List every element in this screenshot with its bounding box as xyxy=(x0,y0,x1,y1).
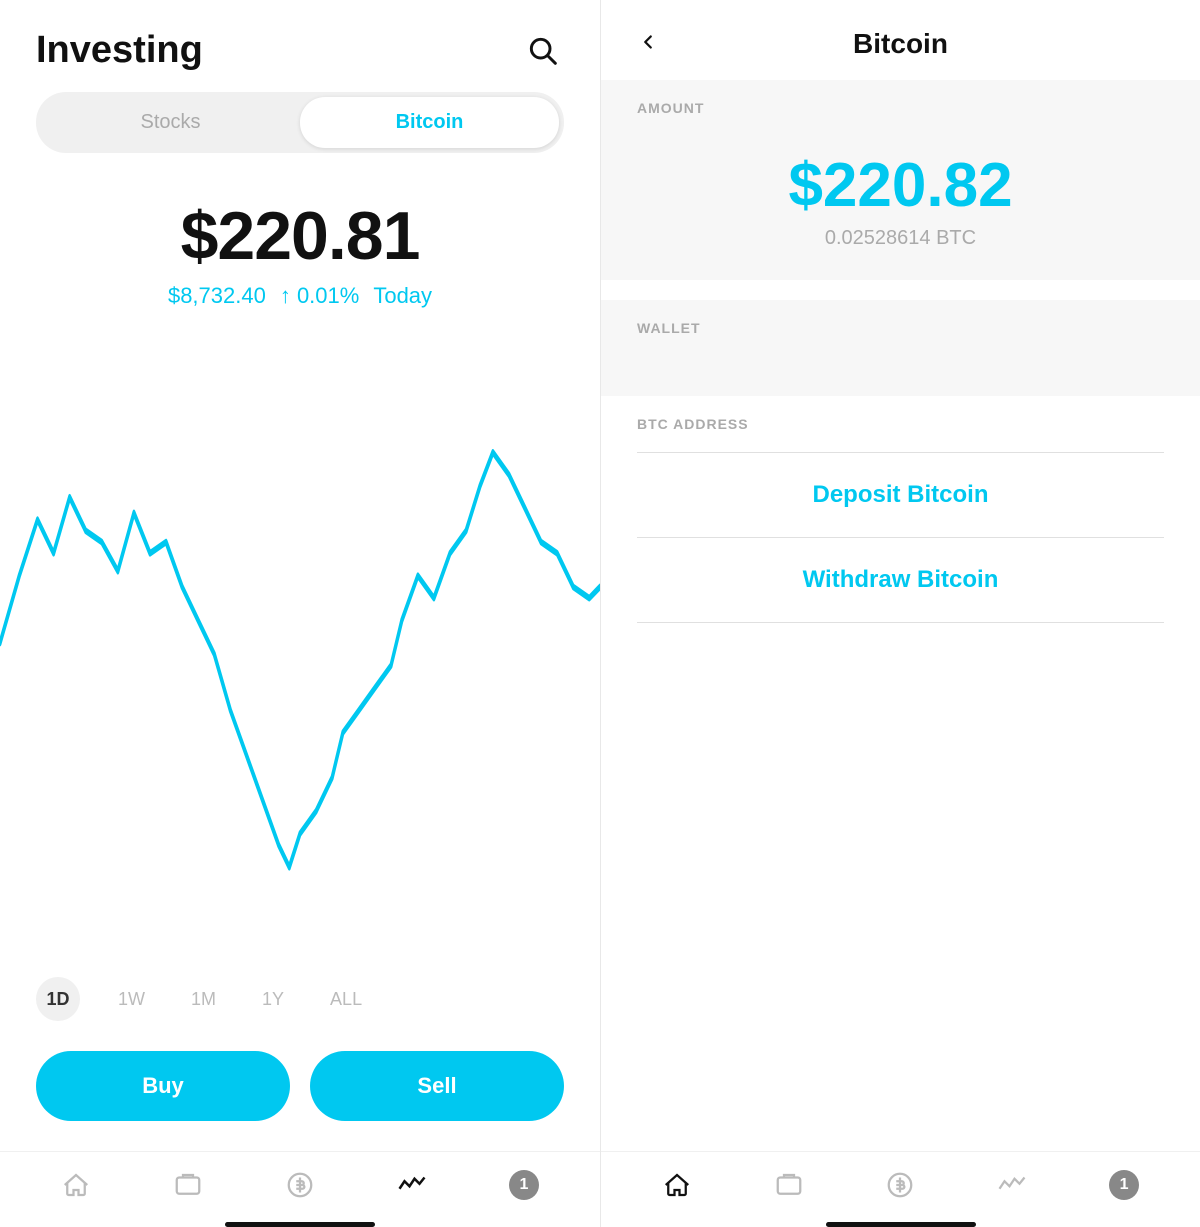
btc-address-label: BTC ADDRESS xyxy=(601,396,1200,452)
search-button[interactable] xyxy=(520,28,564,72)
left-panel: Investing Stocks Bitcoin $220.81 $8,732.… xyxy=(0,0,600,1227)
home-indicator-left xyxy=(225,1222,375,1227)
nav-cash[interactable] xyxy=(285,1170,315,1200)
tab-bitcoin[interactable]: Bitcoin xyxy=(300,97,559,148)
wallet-section: WALLET xyxy=(601,300,1200,396)
nav-activity[interactable] xyxy=(397,1170,427,1200)
filter-all[interactable]: ALL xyxy=(322,985,370,1014)
amount-section: AMOUNT $220.82 0.02528614 BTC xyxy=(601,80,1200,280)
back-button[interactable] xyxy=(637,28,659,60)
left-bottom-nav: 1 xyxy=(0,1151,600,1210)
home-indicator-right xyxy=(826,1222,976,1227)
right-nav-badge[interactable]: 1 xyxy=(1109,1170,1139,1200)
withdraw-bitcoin-button[interactable]: Withdraw Bitcoin xyxy=(601,538,1200,622)
right-nav-home[interactable] xyxy=(662,1170,692,1200)
price-meta: $8,732.40 ↑ 0.01% Today xyxy=(36,283,564,309)
deposit-bitcoin-button[interactable]: Deposit Bitcoin xyxy=(601,453,1200,537)
price-section: $220.81 $8,732.40 ↑ 0.01% Today xyxy=(0,177,600,319)
sell-button[interactable]: Sell xyxy=(310,1051,564,1121)
nav-badge[interactable]: 1 xyxy=(509,1170,539,1200)
right-header: Bitcoin xyxy=(601,0,1200,80)
filter-1m[interactable]: 1M xyxy=(183,985,224,1014)
right-nav-activity[interactable] xyxy=(997,1170,1027,1200)
main-price: $220.81 xyxy=(36,197,564,275)
right-bottom-nav: 1 xyxy=(601,1151,1200,1210)
time-filters: 1D 1W 1M 1Y ALL xyxy=(0,967,600,1041)
price-change: ↑ 0.01% xyxy=(280,283,360,309)
price-chart xyxy=(0,319,600,967)
nav-home[interactable] xyxy=(61,1170,91,1200)
tab-stocks[interactable]: Stocks xyxy=(41,97,300,148)
amount-label: AMOUNT xyxy=(601,80,1200,130)
price-period: Today xyxy=(373,283,432,309)
buy-button[interactable]: Buy xyxy=(36,1051,290,1121)
left-header: Investing xyxy=(0,0,600,92)
filter-1w[interactable]: 1W xyxy=(110,985,153,1014)
right-nav-media[interactable] xyxy=(774,1170,804,1200)
amount-value: $220.82 xyxy=(601,130,1200,221)
filter-1d[interactable]: 1D xyxy=(36,977,80,1021)
btc-price: $8,732.40 xyxy=(168,283,266,309)
right-nav-cash[interactable] xyxy=(885,1170,915,1200)
right-panel: Bitcoin AMOUNT $220.82 0.02528614 BTC WA… xyxy=(600,0,1200,1227)
action-buttons: Buy Sell xyxy=(0,1041,600,1151)
amount-btc: 0.02528614 BTC xyxy=(601,221,1200,250)
filter-1y[interactable]: 1Y xyxy=(254,985,292,1014)
nav-media[interactable] xyxy=(173,1170,203,1200)
page-title: Investing xyxy=(36,29,203,72)
tab-bar: Stocks Bitcoin xyxy=(36,92,564,153)
wallet-label: WALLET xyxy=(601,300,1200,396)
right-page-title: Bitcoin xyxy=(853,28,948,60)
